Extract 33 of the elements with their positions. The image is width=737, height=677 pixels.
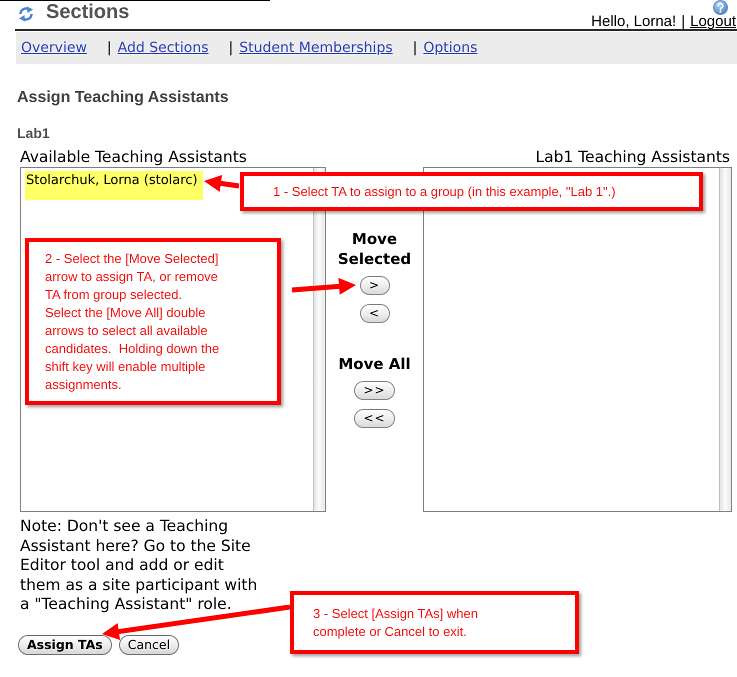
section-title: Lab1 bbox=[17, 125, 50, 141]
scrollbar[interactable] bbox=[719, 168, 731, 511]
nav-link[interactable]: Student Memberships bbox=[239, 40, 393, 56]
list-heading: Available Teaching Assistants bbox=[20, 148, 247, 167]
nav-separator: | bbox=[412, 40, 418, 56]
nav-link[interactable]: Add Sections bbox=[118, 40, 209, 56]
nav-link[interactable]: Overview bbox=[21, 40, 87, 56]
callout-tooltip: 1 - Select TA to assign to a group (in this example, "Lab 1".) bbox=[240, 172, 703, 211]
list-heading: Lab1 Teaching Assistants bbox=[535, 148, 730, 167]
list-item[interactable]: Stolarchuk, Lorna (stolarc) bbox=[25, 171, 203, 200]
move-heading: Move Selected bbox=[336, 229, 412, 269]
tool-title: Sections bbox=[46, 1, 130, 23]
greeting-text: Hello, Lorna! bbox=[591, 15, 676, 29]
logout-link[interactable]: Logout bbox=[690, 15, 736, 29]
nav-separator: | bbox=[106, 40, 112, 56]
callout-arrow bbox=[204, 174, 240, 192]
cancel-button[interactable]: Cancel bbox=[118, 634, 180, 654]
move-button[interactable]: << bbox=[354, 409, 395, 428]
callout-tooltip: 2 - Select the [Move Selected] arrow to assign TA, or remove TA from group selected. Select the [Move All] double arrows to select all available candidates. Holding down the shift key will enable multiple assignments. bbox=[25, 238, 281, 405]
assign-button[interactable]: Assign TAs bbox=[18, 634, 112, 654]
nav-separator: | bbox=[228, 40, 234, 56]
refresh-icon[interactable] bbox=[18, 6, 34, 22]
header-separator: | bbox=[681, 15, 686, 29]
help-icon[interactable] bbox=[713, 0, 728, 15]
move-button[interactable]: > bbox=[360, 276, 390, 295]
note-text: Note: Don't see a Teaching Assistant here? Go to the Site Editor tool and add or edit them as a site participant with a "Teaching Assistant" role. bbox=[20, 517, 258, 614]
callout-tooltip: 3 - Select [Assign TAs] when complete or Cancel to exit. bbox=[290, 591, 579, 654]
nav-link[interactable]: Options bbox=[423, 40, 478, 56]
move-button[interactable]: >> bbox=[354, 381, 395, 400]
move-button[interactable]: < bbox=[360, 304, 390, 323]
page-title: Assign Teaching Assistants bbox=[17, 89, 229, 107]
callout-arrow bbox=[291, 277, 356, 295]
move-heading: Move All bbox=[338, 354, 411, 374]
